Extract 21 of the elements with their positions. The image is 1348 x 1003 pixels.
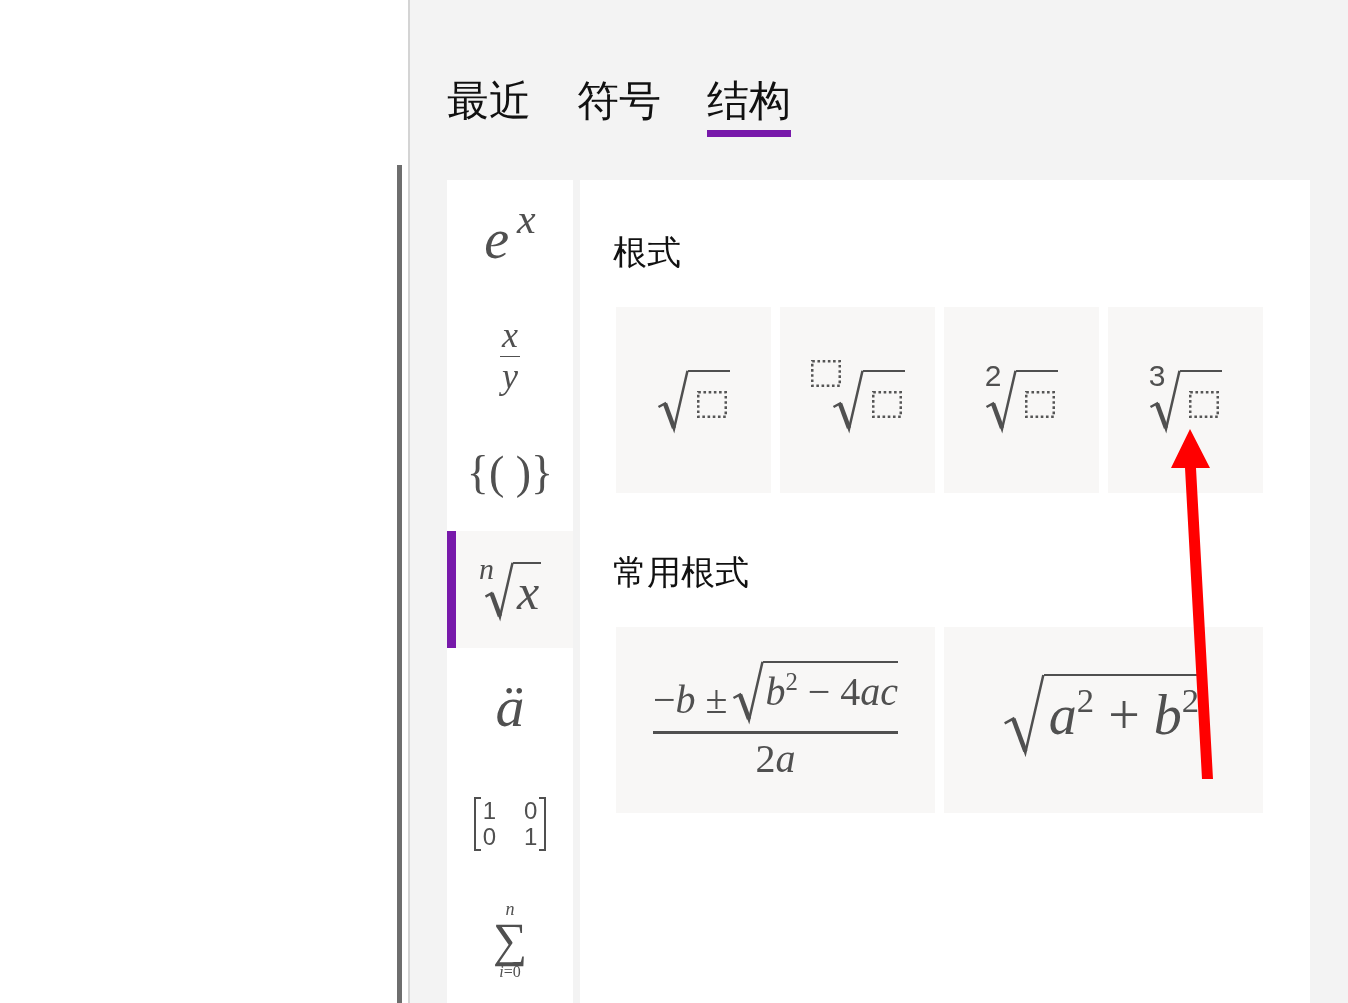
- placeholder-box-icon: [1189, 390, 1220, 418]
- radical-sign-icon: [1003, 673, 1044, 754]
- formula-button[interactable]: 3: [1108, 307, 1263, 493]
- section-heading: 常用根式: [613, 552, 750, 592]
- placeholder-box-icon: [871, 390, 902, 418]
- tab[interactable]: 最近: [447, 76, 531, 137]
- formula-button[interactable]: a$^{2}$ + b$^{2}$: [944, 627, 1263, 813]
- placeholder-box-icon: [1025, 390, 1056, 418]
- tab[interactable]: 结构: [707, 76, 791, 137]
- bracket-icon: [472, 796, 482, 851]
- category-button[interactable]: n x: [447, 531, 573, 648]
- formula-button[interactable]: −b ± b$^{2}$ − 4ac 2a: [616, 627, 935, 813]
- bracket-icon: [538, 796, 548, 851]
- placeholder-box-icon: [810, 360, 841, 387]
- scrollbar[interactable]: [397, 165, 402, 1003]
- formula-button[interactable]: [780, 307, 935, 493]
- section-heading: 根式: [613, 232, 682, 272]
- formula-button[interactable]: [616, 307, 771, 493]
- formula-button[interactable]: 2: [944, 307, 1099, 493]
- placeholder-box-icon: [696, 390, 727, 418]
- tab[interactable]: 符号: [577, 76, 661, 137]
